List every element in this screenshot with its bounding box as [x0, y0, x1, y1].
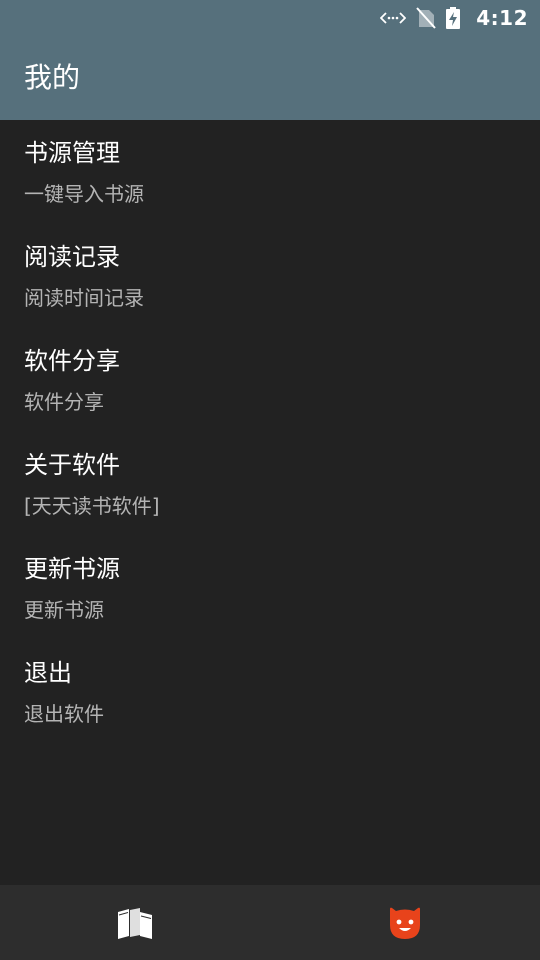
menu-item-subtitle: 更新书源 [24, 598, 104, 622]
menu-item-title: 阅读记录 [24, 243, 120, 271]
status-icons: 4:12 [380, 6, 528, 30]
menu-item-title: 关于软件 [24, 451, 120, 479]
tab-mine[interactable] [270, 885, 540, 960]
tab-bookshelf[interactable] [0, 885, 270, 960]
no-sim-icon [416, 7, 436, 29]
menu-item-subtitle: 退出软件 [24, 702, 104, 726]
menu-item-subtitle: [天天读书软件] [24, 494, 160, 518]
status-time: 4:12 [476, 6, 528, 30]
menu-item-subtitle: 一键导入书源 [24, 182, 144, 206]
data-transfer-icon [380, 10, 407, 26]
bottom-nav [0, 885, 540, 960]
menu-item-exit[interactable]: 退出 退出软件 [0, 640, 540, 744]
page-title: 我的 [24, 61, 81, 94]
menu-item-reading-history[interactable]: 阅读记录 阅读时间记录 [0, 224, 540, 328]
smiley-icon [386, 905, 424, 941]
menu-item-subtitle: 阅读时间记录 [24, 286, 144, 310]
menu-item-book-sources[interactable]: 书源管理 一键导入书源 [0, 120, 540, 224]
menu-item-title: 软件分享 [24, 347, 120, 375]
screen: 4:12 我的 书源管理 一键导入书源 阅读记录 阅读时间记录 软件分享 软件分… [0, 0, 540, 960]
battery-charging-icon [446, 7, 461, 29]
status-bar: 4:12 [0, 0, 540, 36]
menu-item-title: 退出 [24, 659, 72, 687]
menu-list: 书源管理 一键导入书源 阅读记录 阅读时间记录 软件分享 软件分享 关于软件 [… [0, 120, 540, 744]
app-bar: 4:12 我的 [0, 0, 540, 120]
menu-item-share-app[interactable]: 软件分享 软件分享 [0, 328, 540, 432]
menu-item-title: 书源管理 [24, 139, 120, 167]
menu-item-title: 更新书源 [24, 555, 120, 583]
menu-item-update-sources[interactable]: 更新书源 更新书源 [0, 536, 540, 640]
books-icon [116, 906, 154, 940]
menu-item-subtitle: 软件分享 [24, 390, 104, 414]
menu-item-about[interactable]: 关于软件 [天天读书软件] [0, 432, 540, 536]
